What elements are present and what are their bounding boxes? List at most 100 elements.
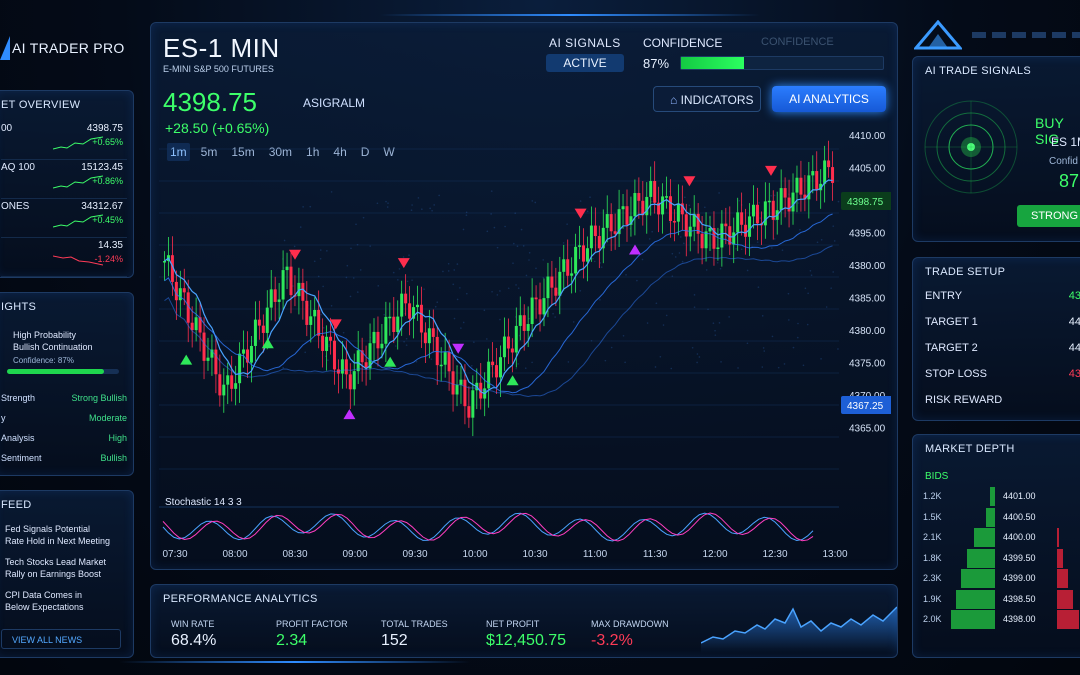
candle [542,298,545,314]
candle [519,315,522,326]
candle [511,348,514,352]
bg-dot [294,246,296,248]
bg-dot [385,201,387,203]
bid-bar [956,590,995,609]
candle [282,270,285,299]
market-row[interactable]: AQ 100 15123.45 +0.86% [1,160,127,199]
insight-row: y Moderate [1,413,127,433]
strong-buy-button[interactable]: STRONG B [1017,205,1080,227]
main-chart-panel: ES-1 MIN E-MINI S&P 500 FUTURES AI SIGNA… [150,22,898,570]
bg-dot [660,356,662,358]
bg-dot [531,200,533,202]
depth-price: 4399.50 [1003,553,1036,563]
bg-dot [793,347,795,349]
market-value: 4398.75 [87,123,123,134]
perf-label: WIN RATE [171,619,276,629]
indicators-button[interactable]: ⌂ INDICATORS [653,86,761,112]
bg-dot [457,263,459,265]
bg-dot [805,288,807,290]
bg-dot [807,292,809,294]
news-panel: FEED Fed Signals Potential Rate Hold in N… [0,490,134,658]
perf-metric: PROFIT FACTOR 2.34 [276,619,381,650]
insight-label: Analysis [1,433,35,453]
bg-dot [369,245,371,247]
price-chart[interactable]: 4410.004405.004400.004395.004380.004385.… [159,129,891,559]
current-price: 4398.75 [163,87,257,118]
bg-dot [523,245,525,247]
bg-dot [457,299,459,301]
candle [562,259,565,272]
bg-dot [778,367,780,369]
news-item[interactable]: Fed Signals Potential Rate Hold in Next M… [5,523,127,556]
bg-dot [302,206,304,208]
candle [795,178,798,193]
y-tick-label: 4395.00 [849,229,886,240]
candle [467,406,470,418]
bid-bar [986,508,995,527]
bg-dot [647,322,649,324]
bg-dot [517,245,519,247]
bid-bar [951,610,995,629]
candle [677,203,680,221]
candle [183,288,186,292]
candle [625,206,628,225]
candle [388,317,391,319]
candle [673,221,676,223]
candle [598,236,601,248]
candle [396,317,399,332]
bg-dot [350,248,352,250]
bg-dot [448,270,450,272]
candle [784,188,787,197]
bg-dot [714,330,716,332]
market-overview-title: ET OVERVIEW [1,99,80,111]
candle [487,362,490,389]
x-tick-label: 08:30 [282,549,307,559]
ai-analytics-button[interactable]: AI ANALYTICS [772,86,886,112]
bg-dot [763,350,765,352]
bg-dot [797,337,799,339]
trade-setup-panel: TRADE SETUP ENTRY 43 TARGET 1 44 TARGET 2 44 S… [912,257,1080,421]
trade-setup-value: 44 [1069,342,1080,368]
bg-dot [508,287,510,289]
bg-dot [788,319,790,321]
bg-dot [521,229,523,231]
performance-title: PERFORMANCE ANALYTICS [163,593,318,605]
candle [788,198,791,212]
bg-dot [563,242,565,244]
ma-line [165,246,833,397]
market-row[interactable]: ONES 34312.67 +0.45% [1,199,127,238]
candle [400,294,403,317]
market-row[interactable]: 14.35 -1.24% [1,238,127,277]
depth-row: 1.2K 4401.00 [923,487,1080,508]
bg-dot [554,316,556,318]
candle [582,245,585,261]
trade-setup-label: ENTRY [925,290,962,316]
candle [444,352,447,365]
candle [665,196,668,198]
trade-setup-value: 44 [1069,316,1080,342]
candle [163,261,166,263]
market-row[interactable]: 00 4398.75 +0.65% [1,121,127,160]
bg-dot [788,293,790,295]
insight-headline-line1: High Probability [13,329,93,341]
bg-dot [463,322,465,324]
bg-dot [518,287,520,289]
view-all-news-button[interactable]: VIEW ALL NEWS [1,629,121,649]
market-sparkline [53,135,103,151]
bg-dot [587,211,589,213]
bg-dot [320,249,322,251]
news-item[interactable]: CPI Data Comes in Below Expectations [5,589,127,622]
insights-panel: IGHTS High Probability Bullish Continuat… [0,292,134,476]
candle [744,225,747,237]
candle [792,193,795,212]
ask-bar [1057,528,1059,547]
ask-bar [1057,590,1073,609]
news-item[interactable]: Tech Stocks Lead Market Rally on Earnings… [5,556,127,589]
candle [701,234,704,249]
brand-name: AI TRADER PRO [12,40,125,56]
trade-setup-row: TARGET 2 44 [925,342,1080,368]
bg-dot [466,293,468,295]
bid-bar [974,528,995,547]
candle [594,226,597,236]
insight-value: Bullish [100,453,127,473]
